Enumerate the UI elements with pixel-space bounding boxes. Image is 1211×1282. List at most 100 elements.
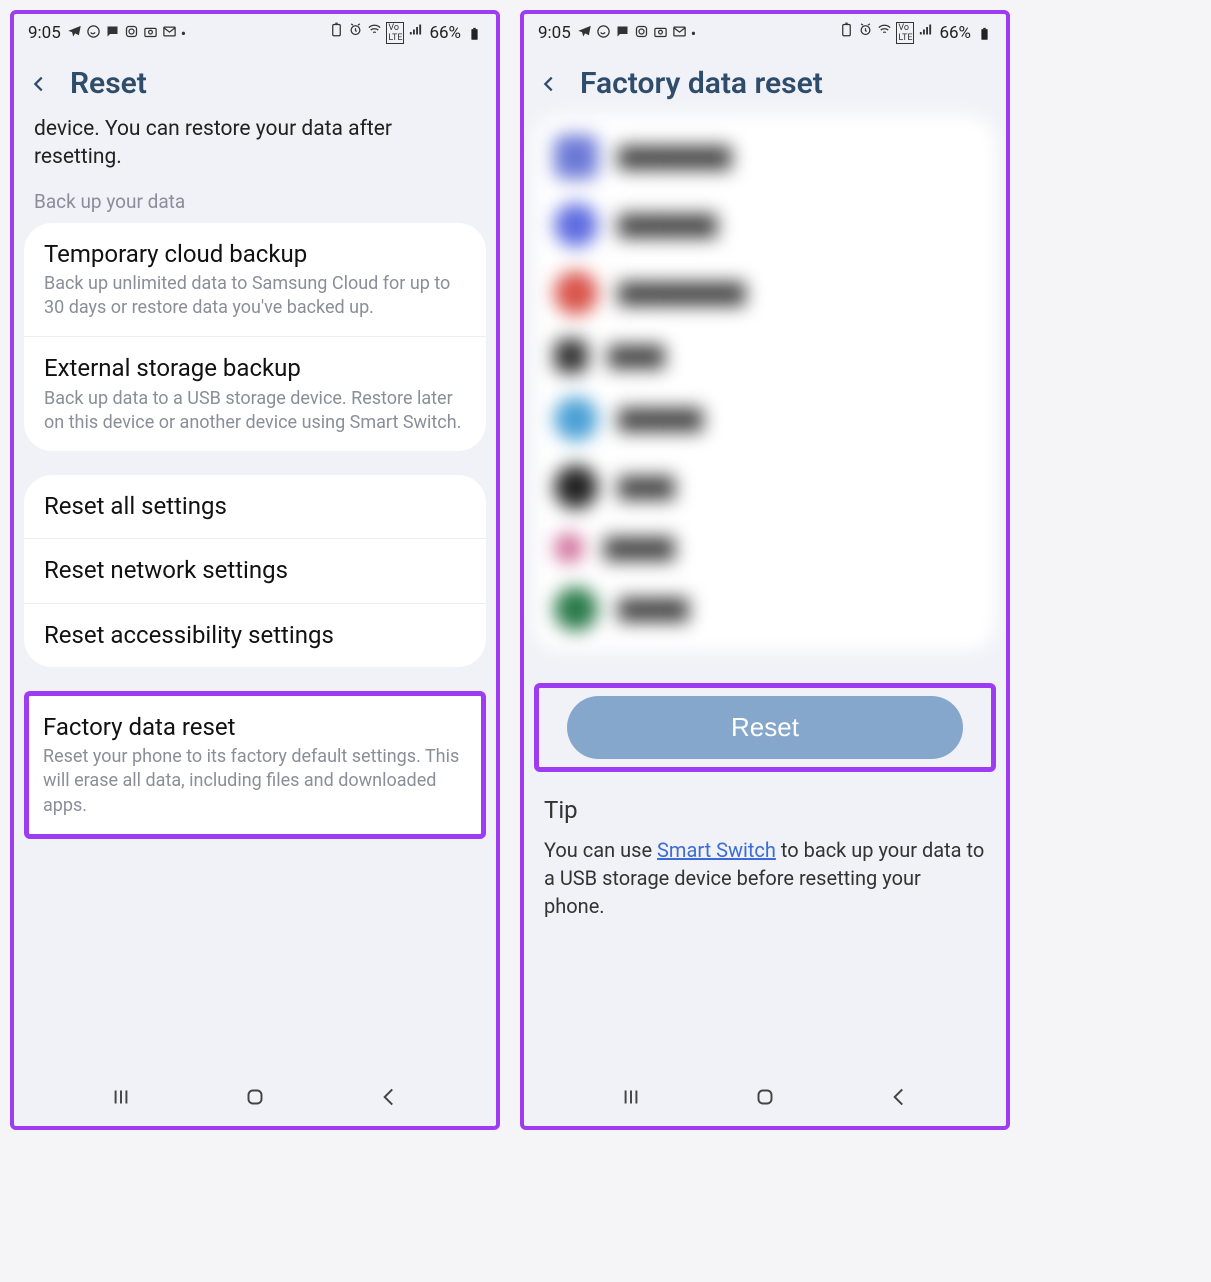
battery-icon <box>467 26 482 41</box>
back-icon[interactable] <box>28 73 50 95</box>
app-label: ███████ <box>618 213 717 238</box>
battery-percent: 66% <box>429 23 461 43</box>
alarm-icon <box>858 22 873 37</box>
page-title: Factory data reset <box>580 66 823 101</box>
phone-left: 9:05 • VoLTE 66% <box>10 10 500 1130</box>
battery-saver-icon <box>839 22 854 37</box>
app-row: █████████ <box>534 259 996 327</box>
intro-text: device. You can restore your data after … <box>14 115 496 186</box>
app-icon <box>554 135 598 179</box>
item-desc: Reset your phone to its factory default … <box>43 745 467 818</box>
smart-switch-link[interactable]: Smart Switch <box>657 838 776 862</box>
reset-button-highlight: Reset <box>534 683 996 772</box>
signal-icon <box>918 22 933 37</box>
camera-icon <box>143 24 158 39</box>
phone-right: 9:05 • VoLTE 66% <box>520 10 1010 1130</box>
battery-saver-icon <box>329 22 344 37</box>
instagram-icon <box>634 24 649 39</box>
app-icon <box>554 203 598 247</box>
gmail-icon <box>162 24 177 39</box>
temporary-cloud-backup-item[interactable]: Temporary cloud backup Back up unlimited… <box>24 223 486 337</box>
more-dot-icon: • <box>181 24 186 43</box>
reset-button[interactable]: Reset <box>567 696 963 759</box>
item-desc: Back up data to a USB storage device. Re… <box>44 387 466 436</box>
reset-all-settings-item[interactable]: Reset all settings <box>24 475 486 538</box>
app-row: ████████ <box>534 123 996 191</box>
app-label: ████ <box>608 344 665 369</box>
reset-options-card: Reset all settings Reset network setting… <box>24 475 486 667</box>
tip-text: You can use Smart Switch to back up your… <box>544 836 986 920</box>
status-left-icons: • <box>67 24 186 43</box>
camera-icon <box>653 24 668 39</box>
item-title: Reset network settings <box>44 555 466 586</box>
reset-network-settings-item[interactable]: Reset network settings <box>24 538 486 602</box>
item-title: Reset accessibility settings <box>44 620 466 651</box>
telegram-icon <box>67 24 82 39</box>
telegram-icon <box>577 24 592 39</box>
status-time: 9:05 <box>538 23 571 43</box>
item-title: Temporary cloud backup <box>44 239 466 270</box>
app-label: ████ <box>618 475 675 500</box>
status-right-icons: VoLTE <box>839 22 933 44</box>
recents-icon[interactable] <box>618 1084 644 1110</box>
app-icon <box>554 587 598 631</box>
nav-bar <box>14 1072 496 1126</box>
status-left-icons: • <box>577 24 696 43</box>
app-label: █████ <box>604 536 675 561</box>
back-nav-icon[interactable] <box>376 1084 402 1110</box>
whatsapp-icon <box>86 24 101 39</box>
battery-percent: 66% <box>939 23 971 43</box>
app-icon <box>554 465 598 509</box>
external-storage-backup-item[interactable]: External storage backup Back up data to … <box>24 336 486 451</box>
status-bar: 9:05 • VoLTE 66% <box>14 14 496 48</box>
item-title: Factory data reset <box>43 712 467 743</box>
app-icon <box>554 271 598 315</box>
app-row: ████ <box>534 453 996 521</box>
volte-icon: VoLTE <box>896 22 914 44</box>
wifi-icon <box>877 22 892 37</box>
wifi-icon <box>367 22 382 37</box>
app-label: ████████ <box>618 145 731 170</box>
instagram-icon <box>124 24 139 39</box>
app-row: ███████ <box>534 191 996 259</box>
item-title: Reset all settings <box>44 491 466 522</box>
home-icon[interactable] <box>242 1084 268 1110</box>
battery-icon <box>977 26 992 41</box>
back-nav-icon[interactable] <box>886 1084 912 1110</box>
tip-section: Tip You can use Smart Switch to back up … <box>524 786 1006 920</box>
status-time: 9:05 <box>28 23 61 43</box>
app-row: ████ <box>534 327 996 385</box>
app-label: ██████ <box>618 407 703 432</box>
backup-card: Temporary cloud backup Back up unlimited… <box>24 223 486 452</box>
apps-list-card: ████████ ███████ █████████ ████ ██████ █… <box>534 115 996 651</box>
page-title: Reset <box>70 66 147 101</box>
recents-icon[interactable] <box>108 1084 134 1110</box>
signal-icon <box>408 22 423 37</box>
nav-bar <box>524 1072 1006 1126</box>
app-label: █████████ <box>618 281 746 306</box>
back-icon[interactable] <box>538 73 560 95</box>
reset-accessibility-settings-item[interactable]: Reset accessibility settings <box>24 603 486 667</box>
gmail-icon <box>672 24 687 39</box>
alarm-icon <box>348 22 363 37</box>
status-bar: 9:05 • VoLTE 66% <box>524 14 1006 48</box>
app-icon <box>554 397 598 441</box>
item-desc: Back up unlimited data to Samsung Cloud … <box>44 272 466 321</box>
app-row: █████ <box>534 521 996 575</box>
app-icon <box>554 533 584 563</box>
app-label: █████ <box>618 597 689 622</box>
home-icon[interactable] <box>752 1084 778 1110</box>
whatsapp-icon <box>596 24 611 39</box>
factory-data-reset-highlight[interactable]: Factory data reset Reset your phone to i… <box>24 691 486 839</box>
status-right-icons: VoLTE <box>329 22 423 44</box>
chat-icon <box>105 24 120 39</box>
app-row: ██████ <box>534 385 996 453</box>
more-dot-icon: • <box>691 24 696 43</box>
item-title: External storage backup <box>44 353 466 384</box>
tip-title: Tip <box>544 796 986 824</box>
section-label: Back up your data <box>14 186 496 223</box>
app-icon <box>554 339 588 373</box>
chat-icon <box>615 24 630 39</box>
volte-icon: VoLTE <box>386 22 404 44</box>
app-row: █████ <box>534 575 996 643</box>
